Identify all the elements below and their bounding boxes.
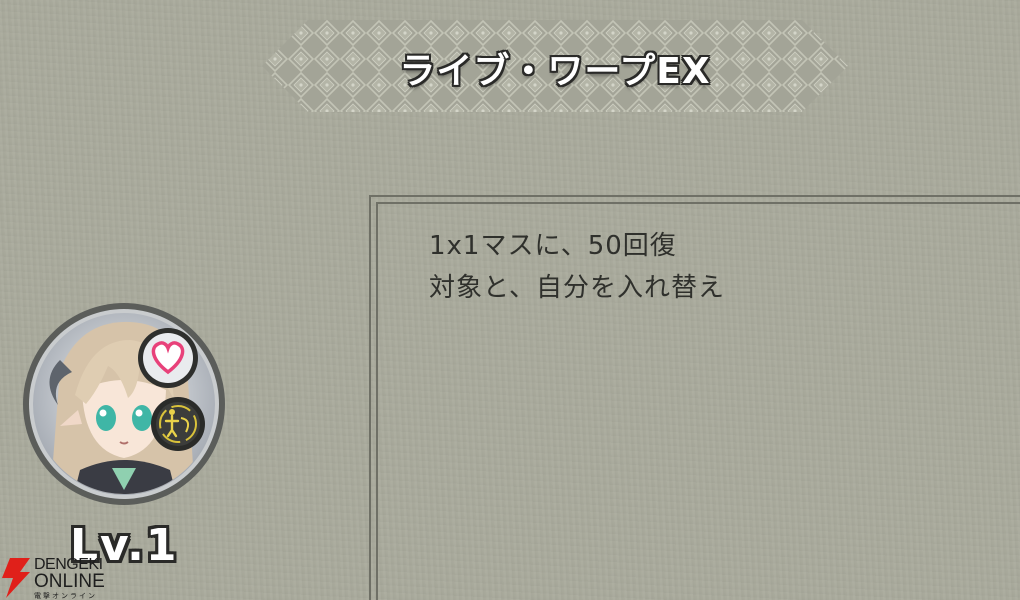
description-line: 1x1マスに、50回復 [429,231,677,261]
character-portrait[interactable] [20,300,228,508]
fairy-attribute-badge [151,397,205,451]
description-line: 対象と、自分を入れ替え [429,273,725,303]
character-avatar [23,303,225,505]
dengeki-online-watermark: DENGEKI ONLINE 電撃オンライン [0,556,130,600]
heart-badge [138,328,198,388]
watermark-line2: ONLINE [34,571,105,592]
skill-description: 1x1マスに、50回復 対象と、自分を入れ替え [429,225,725,309]
skill-title: ライブ・ワープEX [399,51,711,92]
watermark-line3: 電撃オンライン [34,592,97,600]
skill-title-banner: ライブ・ワープEX [262,20,848,112]
lightning-logo-icon [2,558,30,598]
skill-description-panel: 1x1マスに、50回復 対象と、自分を入れ替え [369,195,1020,600]
